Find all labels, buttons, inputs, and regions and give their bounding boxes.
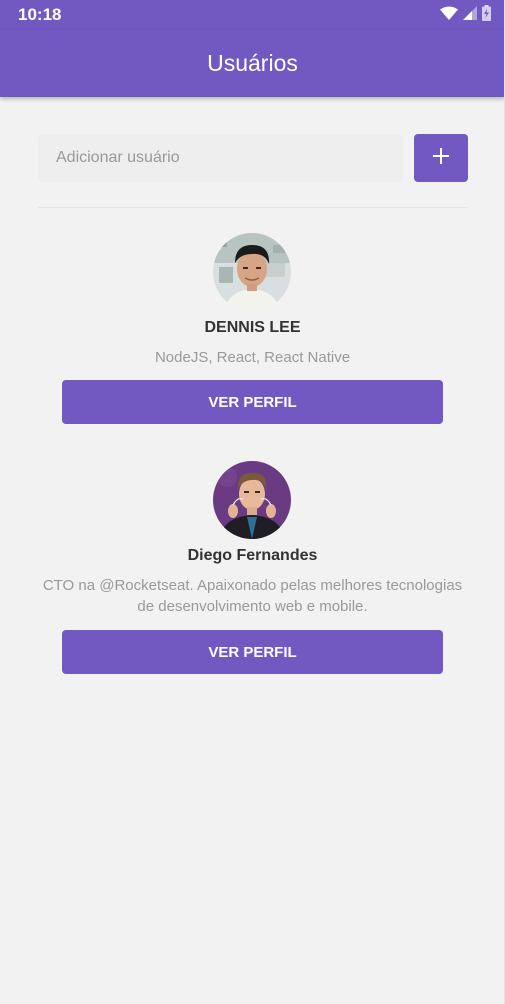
user-bio: CTO na @Rocketseat. Apaixonado pelas mel… [42,577,463,615]
avatar [213,461,291,539]
user-bio: NodeJS, React, React Native [154,349,351,366]
view-profile-button[interactable]: VER PERFIL [62,630,443,674]
add-user-form [38,134,468,182]
wifi-icon [440,6,458,25]
list-divider [38,207,468,208]
avatar [213,233,291,311]
status-icons [440,4,491,26]
app-header: Usuários [0,30,505,97]
add-user-button[interactable] [414,134,468,182]
page-title: Usuários [207,50,298,76]
view-profile-button[interactable]: VER PERFIL [62,380,443,424]
cellular-signal-icon [463,5,477,25]
plus-icon [432,147,450,170]
status-time: 10:18 [18,5,62,24]
add-user-input[interactable] [38,134,403,182]
battery-charging-icon [482,4,491,26]
user-name: Diego Fernandes [187,547,318,564]
status-bar: 10:18 [0,0,505,30]
user-name: DENNIS LEE [204,319,301,336]
